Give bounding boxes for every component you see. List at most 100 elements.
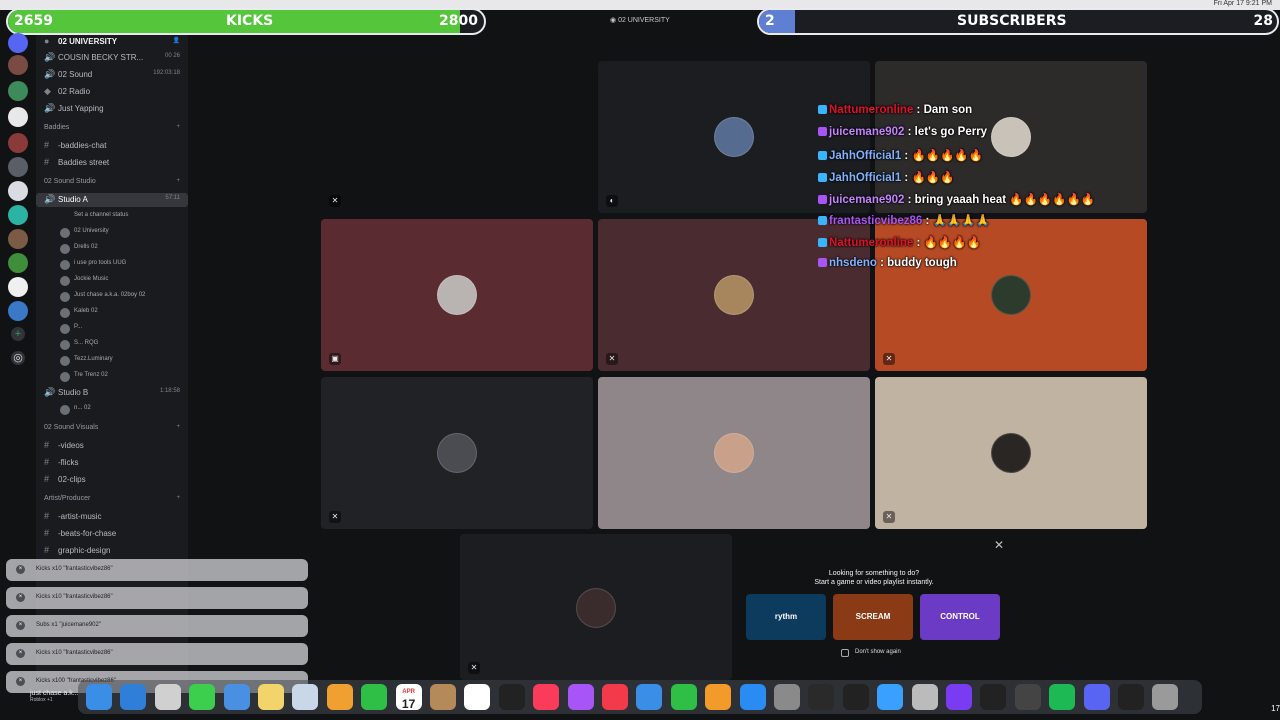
- mail-icon[interactable]: [223, 684, 250, 710]
- tv-icon[interactable]: [498, 684, 525, 710]
- voice-participant[interactable]: Just chase a.k.a. 02boy 02: [36, 290, 188, 304]
- server-icon[interactable]: [8, 81, 28, 101]
- compressor-icon[interactable]: [911, 684, 938, 710]
- voice-participant[interactable]: Kaleb 02: [36, 306, 188, 320]
- voice-participant[interactable]: n... 02: [36, 403, 188, 417]
- voice-participant[interactable]: Drells 02: [36, 242, 188, 256]
- voice-participant[interactable]: Tezz.Luminary: [36, 354, 188, 368]
- avatar: [714, 433, 754, 473]
- channel-item[interactable]: 🔊 COUSIN BECKY STR... 00 26: [36, 51, 188, 65]
- finder-icon[interactable]: [86, 684, 112, 710]
- add-member-icon[interactable]: 👤: [173, 37, 180, 44]
- photos-icon[interactable]: [326, 684, 353, 710]
- user-panel[interactable]: just chase a.k... Roblox +1: [30, 690, 79, 703]
- server-icon[interactable]: [8, 181, 28, 201]
- alert-icon: ×: [16, 649, 25, 658]
- video-tile[interactable]: ▣: [321, 219, 593, 371]
- video-tile[interactable]: ✕: [321, 61, 593, 213]
- voice-participant[interactable]: i use pro tools UUG: [36, 258, 188, 272]
- preview-icon[interactable]: [292, 684, 319, 710]
- video-tile[interactable]: ✕: [875, 377, 1147, 529]
- mute-icon: ✕: [329, 195, 341, 207]
- server-name-header[interactable]: ● 02 UNIVERSITY 👤: [36, 35, 188, 49]
- mixer-icon[interactable]: [980, 684, 1007, 710]
- activity-card-scream[interactable]: SCREAM: [833, 594, 913, 640]
- music-icon[interactable]: [533, 684, 560, 710]
- channel-item[interactable]: # graphic-design: [36, 544, 188, 558]
- voice-participant[interactable]: Tre Trenz 02: [36, 370, 188, 384]
- server-icon[interactable]: [8, 277, 28, 297]
- numbers-icon[interactable]: [670, 684, 697, 710]
- keynote-icon[interactable]: [636, 684, 663, 710]
- podcasts-icon[interactable]: [567, 684, 594, 710]
- server-icon[interactable]: [8, 55, 28, 75]
- tuner-icon[interactable]: [1014, 684, 1041, 710]
- voice-participant[interactable]: P...: [36, 322, 188, 336]
- channel-item[interactable]: 🔊 02 Sound 192:03:18: [36, 68, 188, 82]
- channel-meta[interactable]: +: [176, 495, 180, 501]
- reminders-icon[interactable]: [464, 684, 491, 710]
- channel-meta[interactable]: +: [176, 178, 180, 184]
- activity-card-control[interactable]: CONTROL: [920, 594, 1000, 640]
- calendar-icon[interactable]: APR 17: [395, 684, 422, 710]
- discord-home-icon[interactable]: [8, 33, 28, 53]
- server-icon[interactable]: [8, 133, 28, 153]
- server-icon[interactable]: [8, 205, 28, 225]
- contacts-icon[interactable]: [430, 684, 456, 710]
- safari-icon[interactable]: [120, 684, 147, 710]
- channel-category[interactable]: Artist/Producer +: [36, 493, 188, 507]
- channel-item[interactable]: 🔊 Studio B 1:18:58: [36, 386, 188, 400]
- discover-icon[interactable]: ◎: [11, 351, 25, 365]
- channel-item[interactable]: Set a channel status: [36, 210, 188, 224]
- channel-category[interactable]: 02 Sound Visuals +: [36, 422, 188, 436]
- pages-icon[interactable]: [705, 684, 732, 710]
- channel-item[interactable]: # -flicks: [36, 456, 188, 470]
- ilok-icon[interactable]: [842, 684, 869, 710]
- server-icon[interactable]: [8, 107, 28, 127]
- server-icon[interactable]: [8, 301, 28, 321]
- activity-card-rythm[interactable]: rythm: [746, 594, 826, 640]
- launchpad-icon[interactable]: [154, 684, 181, 710]
- video-tile[interactable]: ✕: [460, 534, 732, 680]
- voice-participant[interactable]: Jockie Music: [36, 274, 188, 288]
- server-icon[interactable]: [8, 229, 28, 249]
- clock-icon[interactable]: [1118, 684, 1144, 710]
- voice-participant[interactable]: 02 University: [36, 226, 188, 240]
- voice-participant[interactable]: S... RQG: [36, 338, 188, 352]
- channel-category[interactable]: Baddies +: [36, 122, 188, 136]
- news-icon[interactable]: [602, 684, 628, 710]
- discord-icon[interactable]: [1083, 684, 1110, 710]
- spotify-icon[interactable]: [1049, 684, 1076, 710]
- notes-icon[interactable]: [258, 684, 284, 710]
- channel-label: COUSIN BECKY STR...: [58, 53, 144, 62]
- channel-item[interactable]: 🔊 Studio A 57:11: [36, 193, 188, 207]
- server-icon[interactable]: [8, 157, 28, 177]
- channel-label: n... 02: [74, 405, 91, 411]
- video-tile[interactable]: ✕: [321, 377, 593, 529]
- channel-item[interactable]: # -videos: [36, 439, 188, 453]
- trash-icon[interactable]: [1152, 684, 1179, 710]
- messages-icon[interactable]: [189, 684, 216, 710]
- dont-show-checkbox[interactable]: [841, 649, 849, 657]
- logic-icon[interactable]: [808, 684, 835, 710]
- channel-item[interactable]: # Baddies street: [36, 156, 188, 170]
- facetime-icon[interactable]: [361, 684, 388, 710]
- close-icon[interactable]: ✕: [994, 538, 1004, 552]
- ableton-icon[interactable]: [946, 684, 972, 710]
- channel-item[interactable]: 🔊 Just Yapping: [36, 102, 188, 116]
- alexa-icon[interactable]: [877, 684, 904, 710]
- channel-item[interactable]: # -beats-for-chase: [36, 527, 188, 541]
- chat-username: nhsdeno: [829, 257, 877, 270]
- channel-item[interactable]: #02-clips: [36, 473, 188, 487]
- channel-meta[interactable]: +: [176, 424, 180, 430]
- channel-item[interactable]: # -baddies-chat: [36, 139, 188, 153]
- add-server-icon[interactable]: +: [11, 327, 25, 341]
- channel-category[interactable]: 02 Sound Studio +: [36, 176, 188, 190]
- system-settings-icon[interactable]: [774, 684, 800, 710]
- app-store-icon[interactable]: [739, 684, 766, 710]
- server-icon[interactable]: [8, 253, 28, 273]
- channel-meta[interactable]: +: [176, 124, 180, 130]
- channel-item[interactable]: ◆ 02 Radio: [36, 85, 188, 99]
- channel-item[interactable]: # -artist-music: [36, 510, 188, 524]
- video-tile[interactable]: [598, 377, 870, 529]
